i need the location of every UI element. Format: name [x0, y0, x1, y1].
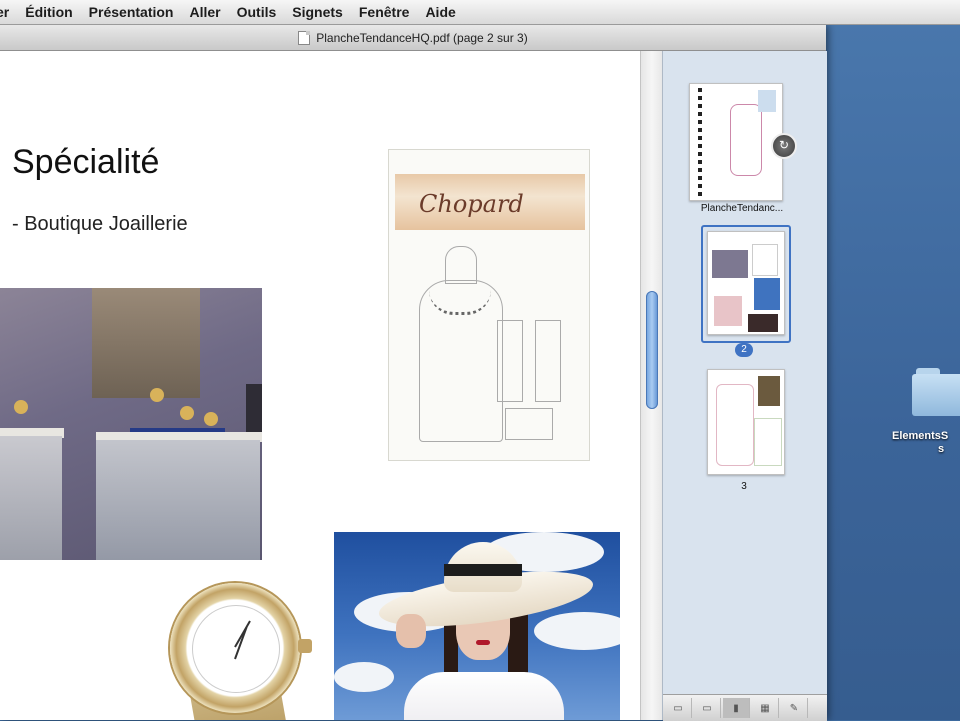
thumbnail-view-icon[interactable]: ▮	[723, 698, 750, 718]
photo-lips	[476, 640, 490, 645]
menu-signets[interactable]: Signets	[284, 4, 351, 20]
folder-label-line1: ElementsS	[892, 430, 949, 442]
annotation-pencil-icon[interactable]: ✎	[781, 698, 808, 718]
thumb-3-sketch	[754, 418, 782, 466]
menu-outils[interactable]: Outils	[229, 4, 285, 20]
page-subheading: - Boutique Joaillerie	[12, 213, 188, 235]
thumb-2-photo	[714, 296, 742, 326]
menu-fichier[interactable]: er	[0, 4, 17, 20]
thumb-1-pattern	[698, 88, 702, 196]
photo-pedestal	[96, 440, 260, 560]
photo-cloud	[334, 662, 394, 692]
thumb-1-figure	[758, 90, 776, 112]
photo-jewel	[150, 388, 164, 402]
thumb-2-photo	[748, 314, 778, 332]
photo-dark-object	[246, 384, 262, 434]
pdf-document-icon	[298, 30, 311, 45]
desktop-folder-icon[interactable]	[912, 368, 960, 418]
watch-crown	[298, 639, 312, 653]
boutique-photo	[0, 288, 262, 560]
preview-window: PlancheTendanceHQ.pdf (page 2 sur 3) Spé…	[0, 25, 827, 721]
sketch-display-box	[505, 408, 553, 440]
sketch-earring	[535, 320, 561, 402]
menu-fenetre[interactable]: Fenêtre	[351, 4, 418, 20]
window-title: PlancheTendanceHQ.pdf (page 2 sur 3)	[298, 30, 528, 45]
photo-hand	[396, 614, 426, 648]
photo-display-arm	[92, 288, 200, 398]
desktop-folder-label[interactable]: ElementsS s	[892, 430, 960, 456]
thumb-2-photo	[712, 250, 748, 278]
contact-sheet-icon[interactable]: ▦	[752, 698, 779, 718]
watch-dial	[192, 605, 280, 693]
photo-pedestal	[0, 436, 62, 560]
photo-cloud	[534, 612, 620, 650]
thumbnail-page-2[interactable]	[707, 231, 785, 335]
thumbnail-label-1: PlancheTendanc...	[700, 203, 784, 214]
thumb-2-photo	[754, 278, 780, 310]
menu-presentation[interactable]: Présentation	[81, 4, 182, 20]
share-icon[interactable]: ↻	[771, 133, 797, 159]
thumb-3-photo	[758, 376, 780, 406]
photo-jewel	[204, 412, 218, 426]
thumbnail-page-3[interactable]	[707, 369, 785, 475]
vertical-scrollbar[interactable]	[640, 51, 663, 720]
window-title-text: PlancheTendanceHQ.pdf (page 2 sur 3)	[316, 30, 528, 45]
menu-bar: er Édition Présentation Aller Outils Sig…	[0, 0, 960, 25]
pdf-page: Spécialité - Boutique Joaillerie Chopard	[0, 51, 640, 720]
window-titlebar[interactable]: PlancheTendanceHQ.pdf (page 2 sur 3)	[0, 25, 826, 51]
folder-label-line2: s	[938, 443, 945, 455]
photo-dress	[404, 672, 564, 720]
menu-edition[interactable]: Édition	[17, 4, 80, 20]
photo-jewel	[180, 406, 194, 420]
photo-jewel	[14, 400, 28, 414]
folder-body	[912, 374, 960, 416]
menu-aller[interactable]: Aller	[181, 4, 228, 20]
watch-illustration	[160, 581, 330, 720]
sketch-earring	[497, 320, 523, 402]
sketch-mannequin-neck	[445, 246, 477, 284]
table-view-icon[interactable]: ▭	[694, 698, 721, 718]
model-photo	[334, 532, 620, 720]
thumbnail-sidebar: ↻ PlancheTendanc... 2 3 ▭ ▭ ▮ ▦ ✎	[662, 51, 827, 721]
menu-aide[interactable]: Aide	[417, 4, 463, 20]
boutique-sketch: Chopard	[388, 149, 590, 461]
sidebar-toolbar: ▭ ▭ ▮ ▦ ✎	[663, 694, 827, 721]
thumb-1-figure	[730, 104, 762, 176]
thumbnail-label-3: 3	[741, 481, 747, 492]
photo-hat-band	[444, 564, 522, 576]
thumb-3-sketch	[716, 384, 754, 466]
thumbnail-page-1[interactable]	[689, 83, 783, 201]
thumb-2-sketch	[752, 244, 778, 276]
thumbnail-label-2: 2	[735, 343, 753, 357]
page-heading: Spécialité	[12, 143, 160, 181]
list-view-icon[interactable]: ▭	[665, 698, 692, 718]
scrollbar-thumb[interactable]	[646, 291, 658, 409]
sketch-logo: Chopard	[419, 190, 524, 218]
